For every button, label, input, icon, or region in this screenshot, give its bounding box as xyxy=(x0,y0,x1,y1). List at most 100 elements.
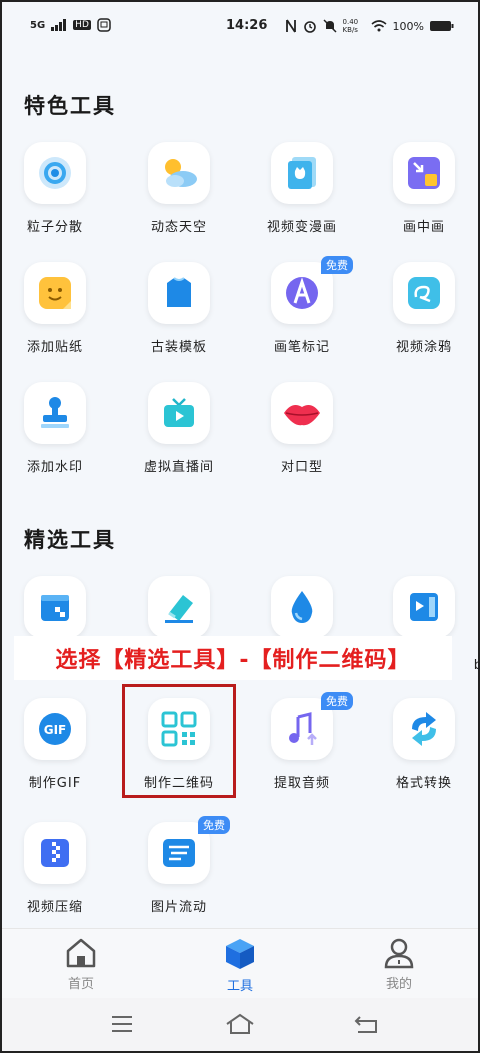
nfc-icon xyxy=(285,19,296,33)
tool-icon-container xyxy=(24,822,86,884)
nav-mine-label: 我的 xyxy=(385,977,412,992)
wifi-icon xyxy=(371,20,387,32)
tool-extract-audio[interactable]: 免费 提取音频 xyxy=(247,692,357,791)
system-nav-bar xyxy=(0,998,480,1053)
image-flow-icon xyxy=(163,839,195,867)
tool-label: 视频涂鸦 xyxy=(395,340,452,355)
featured-section-title: 特色工具 xyxy=(24,94,116,118)
tool-add-sticker[interactable]: 添加贴纸 xyxy=(0,262,110,355)
pip-icon xyxy=(408,157,440,189)
sun-cloud-icon xyxy=(165,159,197,187)
back-icon[interactable] xyxy=(352,1013,380,1035)
tool-icon-container: GIF xyxy=(24,698,86,760)
tool-icon-container xyxy=(393,262,455,324)
tool-icon-container xyxy=(148,382,210,444)
tool-label: 动态天空 xyxy=(150,220,207,235)
nav-home-label: 首页 xyxy=(67,977,94,992)
tool-icon-container xyxy=(148,142,210,204)
highlight-box xyxy=(122,684,236,798)
mute-icon xyxy=(323,19,337,33)
tool-make-gif[interactable]: GIF 制作GIF xyxy=(0,698,110,791)
tool-icon-container: 免费 xyxy=(271,256,353,324)
battery-percent: 100% xyxy=(392,19,424,33)
music-note-icon xyxy=(289,712,317,745)
tool-label: 视频变漫画 xyxy=(266,220,337,235)
tool-label: 格式转换 xyxy=(395,776,452,791)
tool-label: 对口型 xyxy=(280,460,323,475)
tool-label: 添加水印 xyxy=(26,460,83,475)
app-notification-icon xyxy=(97,18,111,32)
nav-tools[interactable]: 工具 xyxy=(200,937,280,994)
tool-icon-container: 免费 xyxy=(271,692,353,760)
instruction-annotation: 选择【精选工具】-【制作二维码】 xyxy=(14,636,452,680)
tool-virtual-live-room[interactable]: 虚拟直播间 xyxy=(124,382,234,475)
tool-video-doodle[interactable]: 视频涂鸦 xyxy=(369,262,479,355)
hd-badge: HD xyxy=(73,20,91,30)
tool-dynamic-sky[interactable]: 动态天空 xyxy=(124,142,234,235)
tool-format-convert[interactable]: 格式转换 xyxy=(369,698,479,791)
sticker-icon xyxy=(39,277,71,309)
tool-picture-in-picture[interactable]: 画中画 xyxy=(369,142,479,235)
lips-icon xyxy=(284,405,320,426)
brush-icon xyxy=(286,277,318,309)
home-button-icon[interactable] xyxy=(224,1012,256,1036)
tool-label: 粒子分散 xyxy=(26,220,83,235)
tool-hidden-1[interactable] xyxy=(0,576,110,638)
free-badge: 免费 xyxy=(321,256,353,274)
status-left: 5G HD xyxy=(30,18,111,32)
tool-brush-mark[interactable]: 免费 画笔标记 xyxy=(247,256,357,355)
tool-icon-container xyxy=(271,382,333,444)
tool-hidden-2[interactable] xyxy=(124,576,234,638)
tool-icon-container xyxy=(271,142,333,204)
tool-label: 提取音频 xyxy=(273,776,330,791)
user-icon xyxy=(384,938,414,969)
eraser-icon xyxy=(165,595,193,623)
selected-section-title: 精选工具 xyxy=(24,528,116,552)
free-badge: 免费 xyxy=(198,816,230,834)
tool-hidden-3[interactable] xyxy=(247,576,357,638)
signal-icon xyxy=(51,19,67,31)
zip-icon xyxy=(41,839,69,867)
tool-icon-container xyxy=(148,576,210,638)
nav-mine[interactable]: 我的 xyxy=(359,937,439,992)
tool-icon-container: 免费 xyxy=(148,816,230,884)
tool-lip-sync[interactable]: 对口型 xyxy=(247,382,357,475)
mosaic-icon xyxy=(41,595,69,621)
tool-label: 制作GIF xyxy=(28,776,82,791)
doodle-icon xyxy=(408,277,440,309)
drop-icon xyxy=(291,591,313,623)
tool-icon-container xyxy=(24,576,86,638)
video-layout-icon xyxy=(410,593,438,621)
tool-image-flow[interactable]: 免费 图片流动 xyxy=(124,816,234,915)
tool-icon-container xyxy=(393,698,455,760)
cube-icon xyxy=(226,939,254,969)
tool-video-to-comic[interactable]: 视频变漫画 xyxy=(247,142,357,235)
tool-hidden-4[interactable]: b xyxy=(369,576,480,673)
shirt-icon xyxy=(167,277,191,307)
signal-label: 5G xyxy=(30,19,46,31)
free-badge: 免费 xyxy=(321,692,353,710)
nav-home[interactable]: 首页 xyxy=(41,937,121,992)
tool-costume-template[interactable]: 古装模板 xyxy=(124,262,234,355)
status-right: 0.40 KB/s 100% xyxy=(285,18,454,34)
bottom-nav: 首页 工具 我的 xyxy=(0,928,480,999)
home-icon xyxy=(66,938,96,968)
tv-icon xyxy=(164,398,194,427)
refresh-icon xyxy=(412,712,436,746)
status-bar: 5G HD 14:26 0.40 KB/s 100% xyxy=(0,0,480,56)
tool-icon-container xyxy=(148,262,210,324)
tool-particle-scatter[interactable]: 粒子分散 xyxy=(0,142,110,235)
tool-video-compress[interactable]: 视频压缩 xyxy=(0,822,110,915)
tool-label: 视频压缩 xyxy=(26,900,83,915)
nav-tools-label: 工具 xyxy=(226,979,253,994)
tool-label: 古装模板 xyxy=(150,340,207,355)
tool-icon-container xyxy=(24,262,86,324)
tool-icon-container xyxy=(393,576,455,638)
tool-add-watermark[interactable]: 添加水印 xyxy=(0,382,110,475)
particle-icon xyxy=(39,157,71,189)
tool-label: 画中画 xyxy=(402,220,445,235)
tool-icon-container xyxy=(271,576,333,638)
menu-icon[interactable] xyxy=(110,1014,134,1034)
tool-label: 添加贴纸 xyxy=(26,340,83,355)
comic-icon xyxy=(288,157,316,189)
